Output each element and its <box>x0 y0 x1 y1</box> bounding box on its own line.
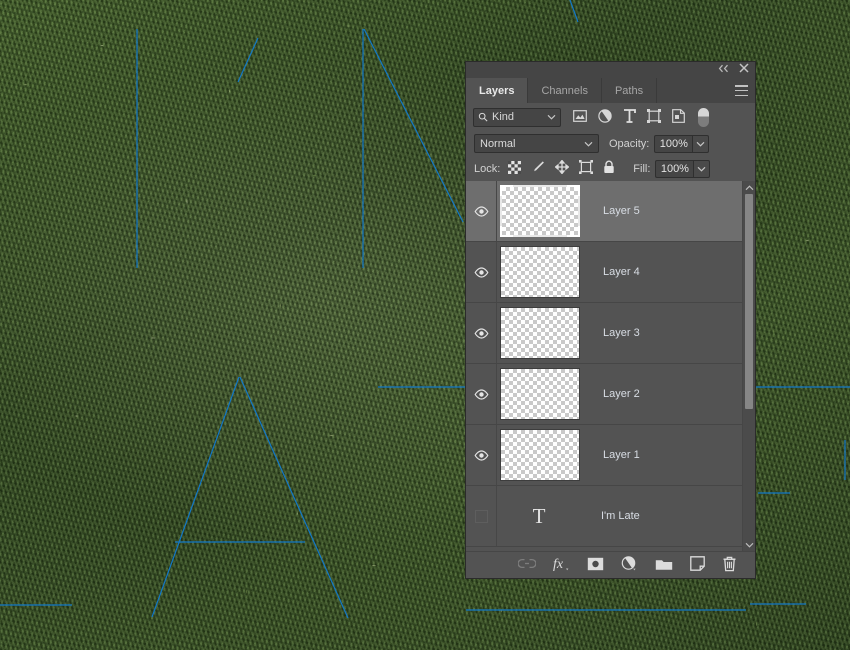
eye-icon <box>474 327 488 339</box>
table-row[interactable]: Layer 3 <box>466 303 742 364</box>
path-segment <box>363 28 464 223</box>
filter-enable-toggle[interactable] <box>698 107 709 127</box>
lock-position-icon[interactable] <box>554 159 570 177</box>
new-group-button[interactable] <box>655 557 673 574</box>
fill-input[interactable]: 100% <box>655 159 694 178</box>
eye-icon <box>474 449 488 461</box>
layer-visibility-toggle[interactable] <box>466 425 497 485</box>
search-icon <box>478 112 488 122</box>
blend-mode-value: Normal <box>480 137 516 150</box>
layer-thumbnail[interactable] <box>499 185 581 237</box>
layers-list-container[interactable]: Layer 5 Layer 4 Layer 3 Layer 2 Layer 1 … <box>466 181 755 551</box>
svg-text:fx: fx <box>553 557 564 572</box>
chevron-down-icon[interactable] <box>743 538 755 551</box>
layer-thumbnail[interactable] <box>499 429 581 481</box>
lock-artboard-nesting-icon[interactable] <box>579 160 594 177</box>
delete-layer-button[interactable] <box>722 556 737 575</box>
path-segment <box>151 376 240 618</box>
filter-pixel-layers-icon[interactable] <box>573 109 587 125</box>
blend-mode-select[interactable]: Normal <box>474 134 599 153</box>
layer-thumbnail[interactable] <box>499 246 581 298</box>
scrollbar-thumb[interactable] <box>745 194 753 409</box>
filter-type-layers-icon[interactable] <box>623 108 636 126</box>
collapse-double-arrow-icon[interactable] <box>718 64 729 73</box>
fill-slider-caret[interactable] <box>693 159 711 178</box>
lock-image-pixels-icon[interactable] <box>531 160 545 177</box>
opacity-label: Opacity: <box>609 137 650 150</box>
new-adjustment-layer-button[interactable] <box>621 555 638 575</box>
layers-panel[interactable]: Layers Channels Paths Kind Normal Opacit… <box>466 62 755 578</box>
path-segment <box>569 0 579 23</box>
chevron-down-icon[interactable] <box>584 138 593 150</box>
lock-label: Lock: <box>474 162 501 175</box>
add-layer-mask-button[interactable] <box>587 557 604 574</box>
lock-row[interactable]: Lock: Fill: 100% <box>466 156 755 181</box>
layer-thumbnail[interactable] <box>499 307 581 359</box>
layer-style-fx-button[interactable]: fx <box>553 556 570 575</box>
chevron-up-icon[interactable] <box>743 181 755 194</box>
layer-visibility-toggle[interactable] <box>466 486 497 546</box>
panel-menu-icon[interactable] <box>735 85 748 96</box>
tab-channels[interactable]: Channels <box>528 78 602 103</box>
opacity-input[interactable]: 100% <box>654 134 693 153</box>
tab-paths-label: Paths <box>614 84 644 97</box>
lock-transparent-pixels-icon[interactable] <box>508 160 522 177</box>
layer-name[interactable]: Layer 1 <box>603 449 640 461</box>
filter-shape-layers-icon[interactable] <box>647 108 661 126</box>
layer-name[interactable]: Layer 5 <box>603 205 640 217</box>
tab-layers[interactable]: Layers <box>466 78 529 103</box>
tab-paths[interactable]: Paths <box>602 78 658 103</box>
filter-kind-label: Kind <box>492 111 515 123</box>
panel-titlebar[interactable] <box>466 62 755 78</box>
table-row[interactable]: Layer 1 <box>466 425 742 486</box>
layers-scrollbar[interactable] <box>742 181 755 551</box>
layer-name[interactable]: I'm Late <box>601 510 640 522</box>
close-icon[interactable] <box>739 63 749 73</box>
link-layers-button[interactable] <box>517 558 537 572</box>
tab-layers-label: Layers <box>479 84 515 97</box>
opacity-slider-caret[interactable] <box>692 134 710 153</box>
tab-channels-label: Channels <box>541 84 588 97</box>
chevron-down-icon[interactable] <box>547 111 556 123</box>
table-row[interactable]: Layer 2 <box>466 364 742 425</box>
blend-mode-row[interactable]: Normal Opacity: 100% <box>466 131 755 156</box>
path-segment <box>239 376 349 619</box>
layer-visibility-toggle[interactable] <box>466 181 497 241</box>
layer-name[interactable]: Layer 4 <box>603 266 640 278</box>
layers-panel-footer[interactable]: fx <box>466 551 755 578</box>
layer-thumbnail[interactable] <box>499 368 581 420</box>
type-layer-thumbnail[interactable]: T <box>499 504 579 529</box>
filter-adjustment-layers-icon[interactable] <box>598 108 612 126</box>
layer-filter-row[interactable]: Kind <box>466 103 755 131</box>
fill-label: Fill: <box>633 162 651 175</box>
layer-name[interactable]: Layer 3 <box>603 327 640 339</box>
table-row[interactable]: T I'm Late <box>466 486 742 547</box>
filter-smart-object-layers-icon[interactable] <box>672 108 685 126</box>
layer-visibility-toggle[interactable] <box>466 242 497 302</box>
table-row[interactable]: Layer 5 <box>466 181 742 242</box>
layer-name[interactable]: Layer 2 <box>603 388 640 400</box>
panel-tabbar[interactable]: Layers Channels Paths <box>466 78 755 103</box>
eye-icon <box>474 266 488 278</box>
eye-icon <box>474 388 488 400</box>
scrollbar-track[interactable] <box>743 194 755 538</box>
layer-visibility-toggle[interactable] <box>466 303 497 363</box>
layers-list[interactable]: Layer 5 Layer 4 Layer 3 Layer 2 Layer 1 … <box>466 181 742 551</box>
eye-icon <box>474 205 488 217</box>
path-segment <box>237 37 259 83</box>
lock-all-icon[interactable] <box>603 160 615 177</box>
new-layer-button[interactable] <box>690 556 705 574</box>
table-row[interactable]: Layer 4 <box>466 242 742 303</box>
layer-visibility-toggle[interactable] <box>466 364 497 424</box>
eye-hidden-icon <box>474 509 488 523</box>
filter-kind-select[interactable]: Kind <box>473 107 561 127</box>
